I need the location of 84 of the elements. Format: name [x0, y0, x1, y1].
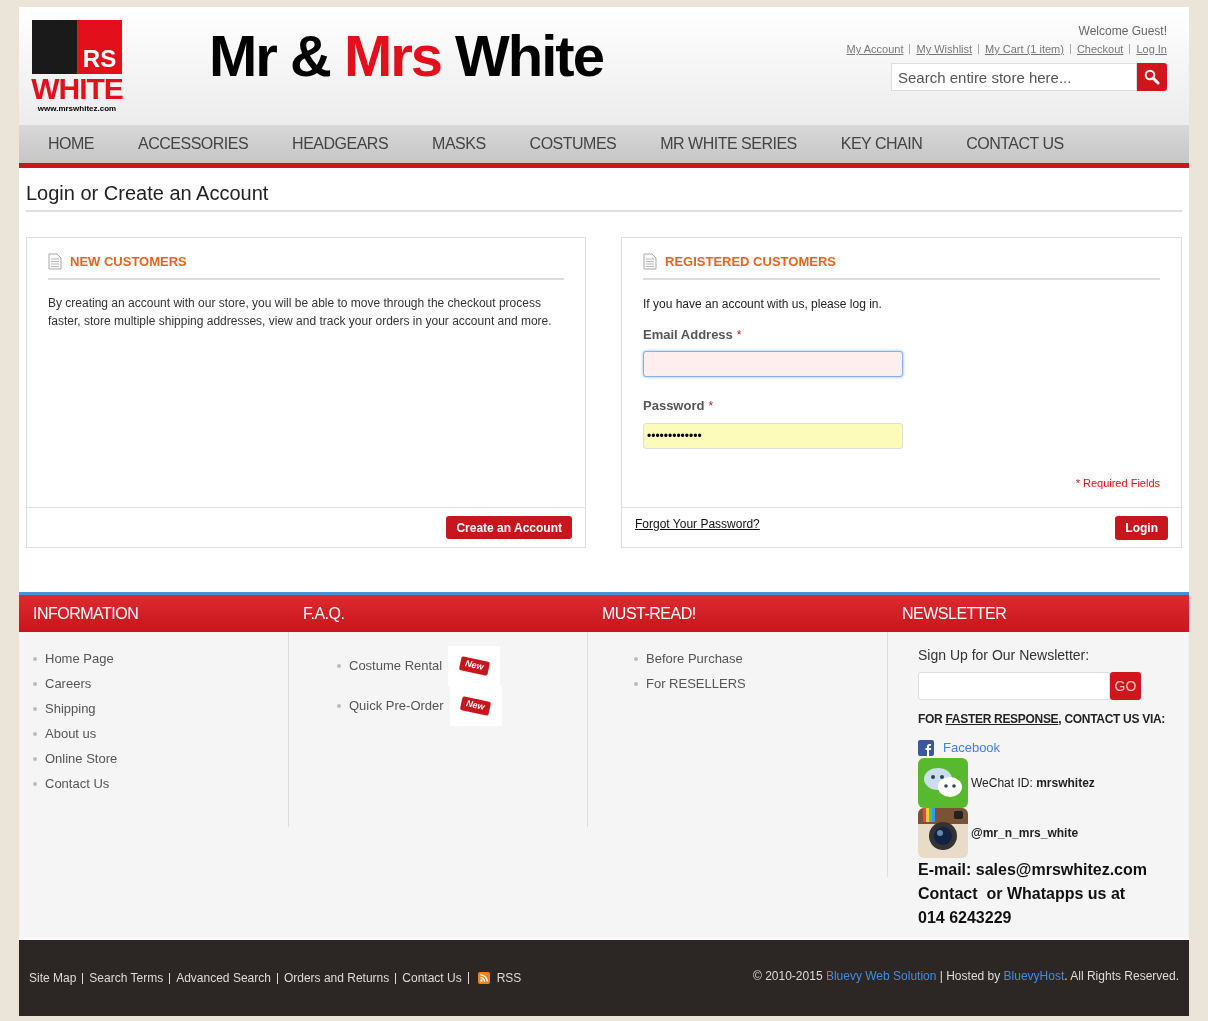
required-mark: *: [736, 326, 742, 344]
page-title: Login or Create an Account: [26, 178, 1182, 212]
bullet-icon: [33, 706, 37, 711]
column-heading: NEWSLETTER: [888, 595, 1189, 632]
logo-mark: RS: [77, 20, 122, 74]
create-account-button[interactable]: Create an Account: [446, 516, 572, 539]
footer-bottom-link[interactable]: RSS: [496, 972, 522, 984]
document-icon: [48, 253, 62, 271]
bullet-icon: [33, 656, 37, 661]
site-title: Mr & Mrs White: [209, 26, 603, 86]
camera-icon: [918, 807, 968, 858]
login-button[interactable]: Login: [1115, 515, 1168, 540]
chat-bubbles-icon: [918, 757, 968, 808]
nav-item[interactable]: MR WHITE SERIES: [645, 132, 812, 156]
forgot-password-link[interactable]: Forgot Your Password?: [635, 515, 760, 533]
facebook-link[interactable]: Facebook: [943, 738, 1001, 758]
bullet-icon: [33, 781, 37, 786]
copyright-text: © 2010-2015 Bluevy Web Solution | Hosted by BluevyHost. All Rights Reserved.: [753, 968, 1179, 985]
top-link[interactable]: My Account: [846, 43, 904, 55]
nav-item[interactable]: MASKS: [417, 132, 501, 156]
contact-heading: FOR FASTER RESPONSE, CONTACT US VIA:: [918, 711, 1166, 728]
nav-item[interactable]: KEY CHAIN: [825, 132, 938, 156]
welcome-text: Welcome Guest!: [1078, 23, 1167, 40]
top-link[interactable]: Log In: [1136, 43, 1167, 55]
search-field[interactable]: Search entire store here...: [891, 63, 1137, 91]
bullet-icon: [33, 731, 37, 736]
nav-item[interactable]: COSTUMES: [514, 132, 632, 156]
footer-link[interactable]: Costume Rental: [349, 656, 443, 676]
new-tag: New: [448, 646, 501, 686]
footer-link[interactable]: Home Page: [45, 648, 114, 669]
field-label: Password: [643, 397, 705, 415]
field-label: Email Address: [643, 325, 733, 344]
section-title: REGISTERED CUSTOMERS: [665, 253, 836, 271]
footer-link[interactable]: For RESELLERS: [646, 673, 746, 694]
nav-item[interactable]: HOME: [33, 132, 109, 156]
wechat-id-text: WeChat ID: mrswhitez: [971, 774, 1095, 792]
new-tag: New: [449, 686, 502, 726]
search-icon: [1144, 69, 1160, 85]
top-link[interactable]: Checkout: [1076, 43, 1124, 55]
bullet-icon: [634, 681, 638, 686]
bullet-icon: [634, 656, 638, 661]
contact-line: E-mail: sales@mrswhitez.com: [918, 859, 1148, 880]
document-icon: [643, 253, 657, 271]
footer-link[interactable]: Shipping: [45, 698, 96, 719]
footer-bottom-link[interactable]: Search Terms: [89, 972, 164, 984]
bullet-icon: [337, 664, 341, 668]
footer-bottom-link[interactable]: Orders and Returns: [283, 972, 390, 984]
newsletter-email-field[interactable]: [918, 672, 1110, 700]
top-link[interactable]: My Wishlist: [916, 43, 973, 55]
footer-link[interactable]: Online Store: [45, 748, 118, 769]
nav-item[interactable]: CONTACT US: [951, 132, 1079, 156]
nav-item[interactable]: ACCESSORIES: [123, 132, 264, 156]
top-link[interactable]: My Cart (1 item): [985, 43, 1064, 55]
logo-url: www.mrswhitez.com: [37, 104, 117, 114]
password-field[interactable]: •••••••••••••: [643, 422, 903, 449]
contact-line: Contact or Whatapps us at: [918, 883, 1127, 904]
footer-bottom-link[interactable]: Advanced Search: [176, 972, 271, 984]
required-fields-note: * Required Fields: [1075, 475, 1160, 491]
logo-word: WHITE: [31, 74, 123, 104]
column-heading: F.A.Q.: [289, 595, 588, 632]
column-heading: MUST-READ!: [588, 595, 888, 632]
bullet-icon: [33, 681, 37, 686]
footer-link[interactable]: Before Purchase: [646, 648, 743, 669]
intro-text: If you have an account with us, please log in.: [643, 295, 883, 313]
email-field[interactable]: [643, 351, 903, 377]
footer-link[interactable]: Careers: [45, 673, 92, 694]
footer-link[interactable]: Contact Us: [45, 773, 110, 794]
rss-icon: [477, 972, 490, 984]
facebook-icon: [918, 739, 934, 756]
section-title: NEW CUSTOMERS: [70, 253, 187, 271]
footer-link[interactable]: About us: [45, 723, 97, 744]
footer-bottom-link[interactable]: Contact Us: [402, 972, 462, 984]
newsletter-label: Sign Up for Our Newsletter:: [918, 646, 1091, 665]
footer-bottom-link[interactable]: Site Map: [29, 972, 77, 984]
instagram-handle: @mr_n_mrs_white: [971, 824, 1079, 842]
footer-link[interactable]: Quick Pre-Order: [349, 696, 444, 716]
contact-line: 014 6243229: [918, 907, 1013, 928]
search-button[interactable]: [1137, 63, 1167, 91]
required-mark: *: [708, 398, 714, 415]
column-heading: INFORMATION: [19, 595, 289, 632]
bullet-icon: [33, 756, 37, 761]
nav-item[interactable]: HEADGEARS: [277, 132, 404, 156]
intro-text: By creating an account with our store, you will be able to move through the checkout process faster, store multiple shipping addresses, view and track your orders in your account and more.: [48, 294, 553, 330]
bullet-icon: [337, 704, 341, 708]
